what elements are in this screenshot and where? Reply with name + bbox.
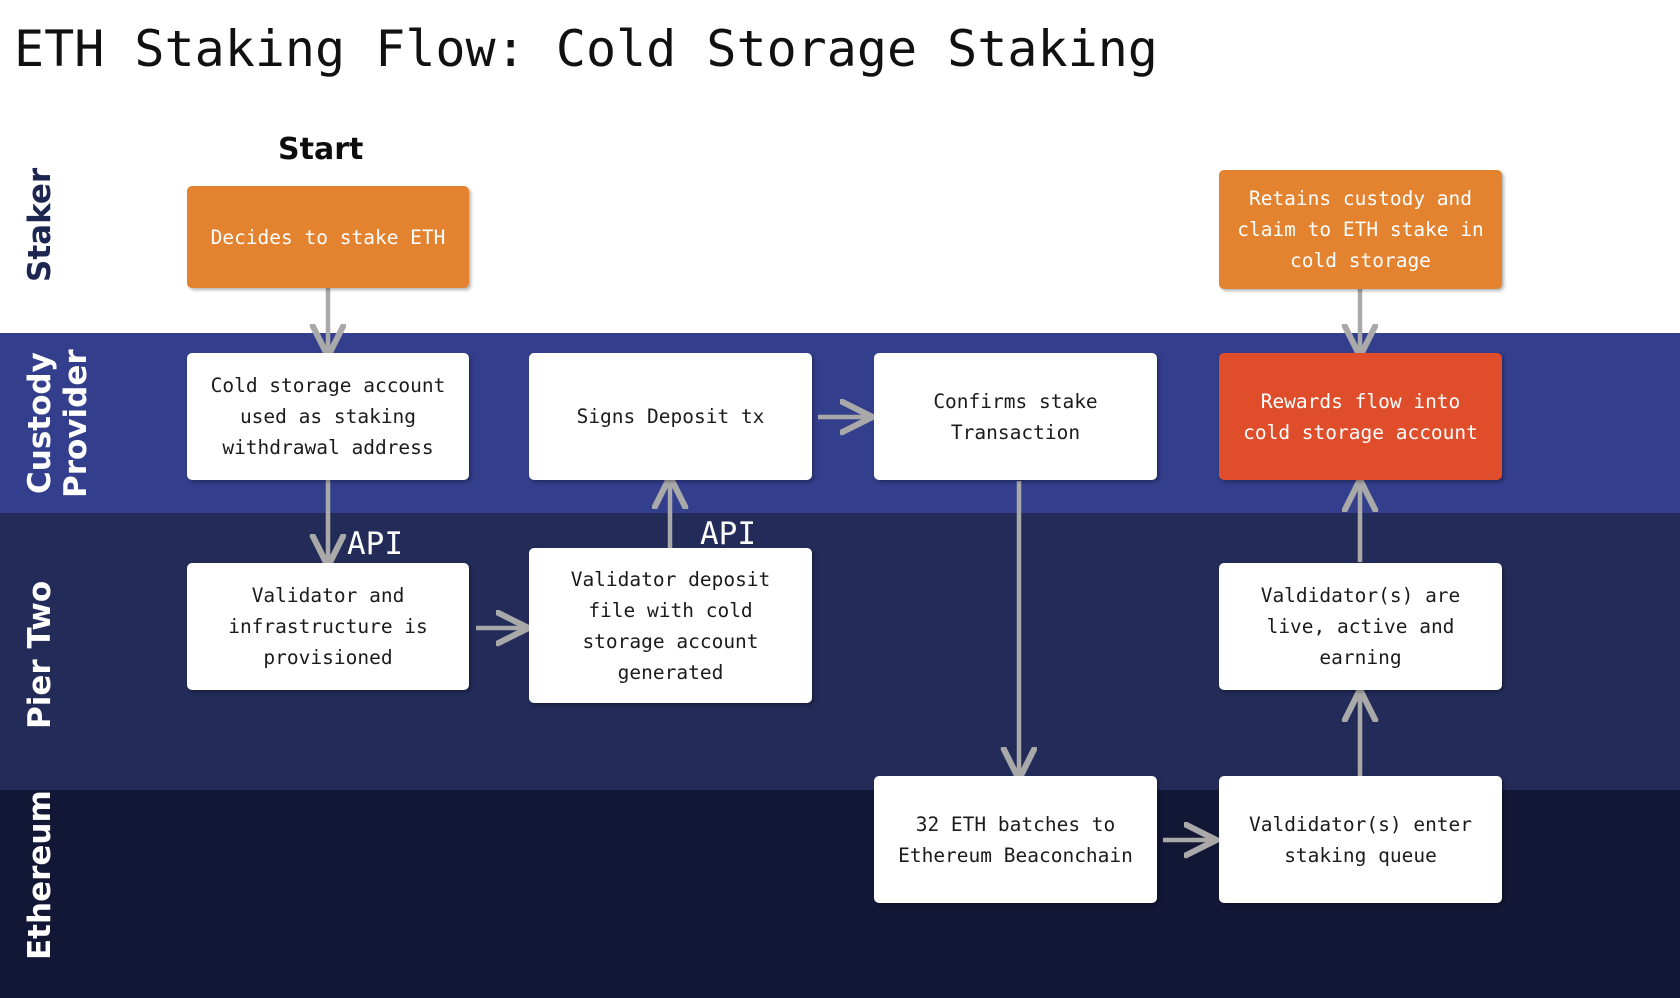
lane-label-ethereum: Ethereum [22, 790, 58, 960]
node-rewards-flow-into-cold-storage[interactable]: Rewards flow into cold storage account [1219, 353, 1502, 480]
node-cold-storage-account[interactable]: Cold storage account used as staking wit… [187, 353, 469, 480]
lane-label-staker: Staker [22, 167, 58, 283]
node-validators-enter-staking-queue[interactable]: Valdidator(s) enter staking queue [1219, 776, 1502, 903]
node-validators-live-active-earning[interactable]: Valdidator(s) are live, active and earni… [1219, 563, 1502, 690]
node-decides-to-stake-eth[interactable]: Decides to stake ETH [187, 186, 469, 288]
lane-label-pier-two: Pier Two [22, 580, 58, 730]
node-signs-deposit-tx[interactable]: Signs Deposit tx [529, 353, 812, 480]
node-validator-deposit-file[interactable]: Validator deposit file with cold storage… [529, 548, 812, 703]
node-retains-custody[interactable]: Retains custody and claim to ETH stake i… [1219, 170, 1502, 289]
start-label: Start [278, 132, 364, 167]
node-32-eth-batches[interactable]: 32 ETH batches to Ethereum Beaconchain [874, 776, 1157, 903]
page-title: ETH Staking Flow: Cold Storage Staking [14, 20, 1158, 78]
lane-label-custody: Custody Provider [22, 349, 94, 498]
api-label-1: API [347, 526, 403, 562]
node-confirms-stake-transaction[interactable]: Confirms stake Transaction [874, 353, 1157, 480]
node-validator-infrastructure-provisioned[interactable]: Validator and infrastructure is provisio… [187, 563, 469, 690]
diagram-canvas: ETH Staking Flow: Cold Storage Staking S… [0, 0, 1680, 998]
